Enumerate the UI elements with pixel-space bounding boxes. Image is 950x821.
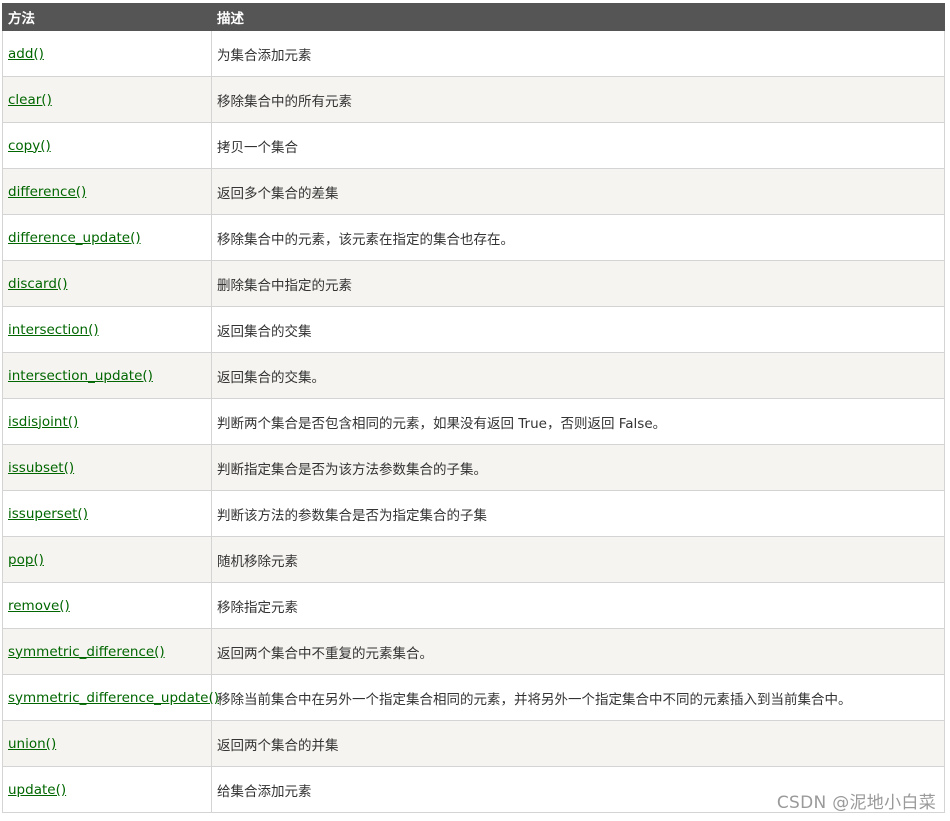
description-cell: 判断指定集合是否为该方法参数集合的子集。 bbox=[211, 444, 945, 491]
header-method: 方法 bbox=[2, 3, 212, 31]
method-link-discard[interactable]: discard() bbox=[8, 276, 67, 292]
method-cell: clear() bbox=[2, 76, 212, 123]
method-cell: issuperset() bbox=[2, 490, 212, 537]
method-link-issuperset[interactable]: issuperset() bbox=[8, 506, 88, 522]
method-link-isdisjoint[interactable]: isdisjoint() bbox=[8, 414, 78, 430]
table-row: isdisjoint() 判断两个集合是否包含相同的元素，如果没有返回 True… bbox=[2, 398, 945, 445]
method-link-copy[interactable]: copy() bbox=[8, 138, 51, 154]
table-row: issubset() 判断指定集合是否为该方法参数集合的子集。 bbox=[2, 444, 945, 491]
table-row: difference() 返回多个集合的差集 bbox=[2, 168, 945, 215]
table-row: symmetric_difference_update() 移除当前集合中在另外… bbox=[2, 674, 945, 721]
method-cell: update() bbox=[2, 766, 212, 813]
description-cell: 返回两个集合的并集 bbox=[211, 720, 945, 767]
description-cell: 返回集合的交集 bbox=[211, 306, 945, 353]
method-link-symmetric-difference[interactable]: symmetric_difference() bbox=[8, 644, 165, 660]
table-row: discard() 删除集合中指定的元素 bbox=[2, 260, 945, 307]
table-row: symmetric_difference() 返回两个集合中不重复的元素集合。 bbox=[2, 628, 945, 675]
description-cell: 返回集合的交集。 bbox=[211, 352, 945, 399]
method-link-update[interactable]: update() bbox=[8, 782, 66, 798]
method-link-symmetric-difference-update[interactable]: symmetric_difference_update() bbox=[8, 690, 219, 706]
watermark: CSDN @泥地小白菜 bbox=[776, 793, 936, 813]
method-link-remove[interactable]: remove() bbox=[8, 598, 70, 614]
method-cell: copy() bbox=[2, 122, 212, 169]
description-cell: 返回两个集合中不重复的元素集合。 bbox=[211, 628, 945, 675]
method-link-union[interactable]: union() bbox=[8, 736, 56, 752]
method-link-issubset[interactable]: issubset() bbox=[8, 460, 74, 476]
method-link-difference-update[interactable]: difference_update() bbox=[8, 230, 141, 246]
table-row: issuperset() 判断该方法的参数集合是否为指定集合的子集 bbox=[2, 490, 945, 537]
method-link-pop[interactable]: pop() bbox=[8, 552, 44, 568]
method-cell: add() bbox=[2, 30, 212, 77]
method-link-intersection[interactable]: intersection() bbox=[8, 322, 99, 338]
description-cell: 返回多个集合的差集 bbox=[211, 168, 945, 215]
method-cell: issubset() bbox=[2, 444, 212, 491]
description-cell: 拷贝一个集合 bbox=[211, 122, 945, 169]
table-row: intersection() 返回集合的交集 bbox=[2, 306, 945, 353]
method-cell: pop() bbox=[2, 536, 212, 583]
method-link-clear[interactable]: clear() bbox=[8, 92, 52, 108]
table-row: union() 返回两个集合的并集 bbox=[2, 720, 945, 767]
table-row: copy() 拷贝一个集合 bbox=[2, 122, 945, 169]
method-cell: difference() bbox=[2, 168, 212, 215]
method-cell: isdisjoint() bbox=[2, 398, 212, 445]
table-header-row: 方法 描述 bbox=[2, 3, 945, 31]
description-cell: 判断两个集合是否包含相同的元素，如果没有返回 True，否则返回 False。 bbox=[211, 398, 945, 445]
description-cell: 随机移除元素 bbox=[211, 536, 945, 583]
description-cell: 为集合添加元素 bbox=[211, 30, 945, 77]
description-cell: 删除集合中指定的元素 bbox=[211, 260, 945, 307]
method-link-add[interactable]: add() bbox=[8, 46, 44, 62]
method-cell: symmetric_difference() bbox=[2, 628, 212, 675]
method-cell: intersection() bbox=[2, 306, 212, 353]
header-description: 描述 bbox=[211, 3, 945, 31]
description-cell: 移除当前集合中在另外一个指定集合相同的元素，并将另外一个指定集合中不同的元素插入… bbox=[211, 674, 945, 721]
method-cell: difference_update() bbox=[2, 214, 212, 261]
method-link-difference[interactable]: difference() bbox=[8, 184, 86, 200]
description-cell: 移除集合中的所有元素 bbox=[211, 76, 945, 123]
table-row: pop() 随机移除元素 bbox=[2, 536, 945, 583]
set-methods-table: 方法 描述 add() 为集合添加元素 clear() 移除集合中的所有元素 c… bbox=[2, 3, 945, 813]
method-cell: discard() bbox=[2, 260, 212, 307]
table-row: intersection_update() 返回集合的交集。 bbox=[2, 352, 945, 399]
table-row: clear() 移除集合中的所有元素 bbox=[2, 76, 945, 123]
method-cell: union() bbox=[2, 720, 212, 767]
method-cell: intersection_update() bbox=[2, 352, 212, 399]
table-row: add() 为集合添加元素 bbox=[2, 30, 945, 77]
method-cell: symmetric_difference_update() bbox=[2, 674, 219, 721]
description-cell: 移除指定元素 bbox=[211, 582, 945, 629]
table-row: remove() 移除指定元素 bbox=[2, 582, 945, 629]
method-cell: remove() bbox=[2, 582, 212, 629]
table-row: difference_update() 移除集合中的元素，该元素在指定的集合也存… bbox=[2, 214, 945, 261]
description-cell: 判断该方法的参数集合是否为指定集合的子集 bbox=[211, 490, 945, 537]
method-link-intersection-update[interactable]: intersection_update() bbox=[8, 368, 153, 384]
description-cell: 移除集合中的元素，该元素在指定的集合也存在。 bbox=[211, 214, 945, 261]
